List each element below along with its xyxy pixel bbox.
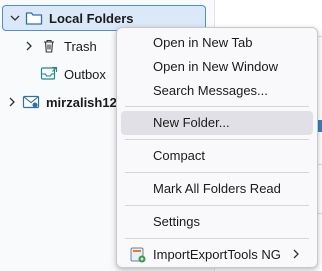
menu-separator: [125, 238, 309, 239]
menu-item-compact[interactable]: Compact: [121, 144, 313, 168]
outbox-icon: [40, 66, 58, 82]
menu-item-label: Settings: [153, 214, 200, 229]
tree-item-label: Trash: [64, 39, 97, 54]
tree-item-label: Local Folders: [49, 11, 134, 26]
trash-icon: [40, 38, 58, 54]
menu-item-new-folder[interactable]: New Folder...: [121, 111, 313, 135]
menu-separator: [125, 139, 309, 140]
menu-item-label: Open in New Tab: [153, 35, 253, 50]
menu-item-label: Search Messages...: [153, 83, 268, 98]
menu-item-label: New Folder...: [153, 115, 230, 130]
menu-item-open-new-window[interactable]: Open in New Window: [121, 55, 313, 79]
menu-separator: [125, 172, 309, 173]
account-icon: [22, 94, 40, 110]
menu-separator: [125, 205, 309, 206]
menu-item-label: Mark All Folders Read: [153, 181, 281, 196]
chevron-right-icon: [291, 248, 301, 263]
menu-item-search-messages[interactable]: Search Messages...: [121, 79, 313, 103]
menu-item-mark-all-read[interactable]: Mark All Folders Read: [121, 177, 313, 201]
chevron-right-icon[interactable]: [6, 96, 18, 108]
menu-item-importexporttools[interactable]: ImportExportTools NG: [121, 243, 313, 267]
chevron-right-icon[interactable]: [23, 40, 35, 52]
menu-item-label: Compact: [153, 148, 206, 163]
menu-item-settings[interactable]: Settings: [121, 210, 313, 234]
folder-icon: [25, 10, 43, 26]
chevron-down-icon[interactable]: [9, 12, 21, 24]
menu-item-label: ImportExportTools NG: [153, 247, 281, 262]
menu-item-label: Open in New Window: [153, 59, 278, 74]
menu-item-open-new-tab[interactable]: Open in New Tab: [121, 31, 313, 55]
tree-item-label: Outbox: [64, 67, 106, 82]
folder-context-menu: Open in New Tab Open in New Window Searc…: [116, 27, 318, 268]
importexport-icon: [129, 246, 147, 264]
menu-separator: [125, 106, 309, 107]
tree-item-label: mirzalish123: [46, 95, 125, 110]
